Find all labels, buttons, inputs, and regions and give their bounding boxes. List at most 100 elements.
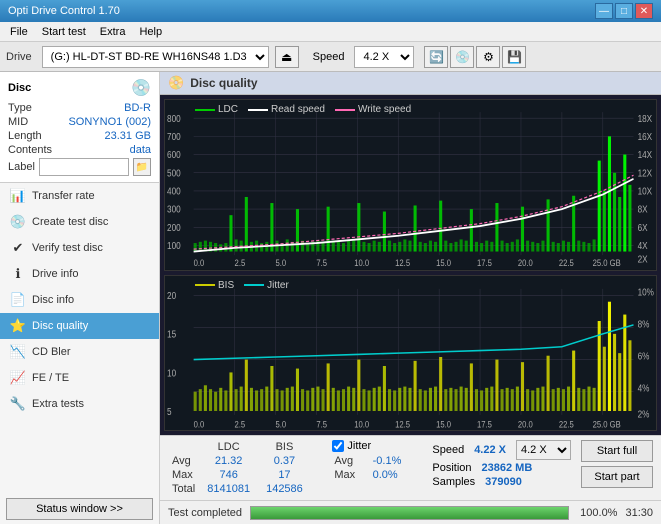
svg-text:10X: 10X [638, 186, 653, 197]
cd-bler-icon: 📉 [10, 344, 26, 360]
progress-bar-container [250, 506, 569, 520]
col-empty [168, 440, 199, 454]
menu-starttest[interactable]: Start test [36, 24, 92, 40]
dq-title: Disc quality [190, 76, 257, 90]
svg-text:17.5: 17.5 [477, 257, 492, 268]
svg-text:8X: 8X [638, 204, 648, 215]
svg-text:22.5: 22.5 [559, 419, 574, 430]
start-buttons: Start full Start part [581, 440, 653, 488]
max-jitter-label: Max [332, 468, 368, 482]
sidebar-item-fe-te[interactable]: 📈 FE / TE [0, 365, 159, 391]
jitter-checkbox[interactable] [332, 440, 344, 452]
svg-text:2.5: 2.5 [235, 257, 246, 268]
drive-select[interactable]: (G:) HL-DT-ST BD-RE WH16NS48 1.D3 [42, 46, 269, 68]
label-key: Label [8, 161, 35, 173]
legend-readspeed: Read speed [248, 104, 325, 115]
svg-text:5.0: 5.0 [275, 419, 286, 430]
svg-text:2X: 2X [638, 254, 648, 265]
stats-area: LDC BIS Avg 21.32 0.37 Max 746 [160, 435, 661, 500]
fe-te-icon: 📈 [10, 370, 26, 386]
samples-row: Samples 379090 [432, 476, 571, 488]
type-val: BD-R [124, 102, 151, 114]
svg-text:400: 400 [167, 186, 181, 197]
speed-row: Speed 4.22 X 4.2 X [432, 440, 571, 460]
svg-text:16X: 16X [638, 131, 653, 142]
disc-icon: 💿 [131, 78, 151, 98]
drivebar: Drive (G:) HL-DT-ST BD-RE WH16NS48 1.D3 … [0, 42, 661, 72]
label-browse-btn[interactable]: 📁 [133, 158, 151, 176]
sidebar-item-verify-test-disc[interactable]: ✔ Verify test disc [0, 235, 159, 261]
disc-btn[interactable]: 💿 [450, 46, 474, 68]
maximize-btn[interactable]: □ [615, 3, 633, 19]
jitter-label: Jitter [347, 440, 371, 452]
svg-text:12.5: 12.5 [395, 419, 410, 430]
menu-file[interactable]: File [4, 24, 34, 40]
length-val: 23.31 GB [105, 130, 151, 142]
svg-text:6%: 6% [638, 350, 650, 361]
speed-value: 4.22 X [474, 444, 506, 456]
mid-key: MID [8, 116, 28, 128]
verify-test-disc-icon: ✔ [10, 240, 26, 256]
svg-text:4X: 4X [638, 240, 648, 251]
sidebar-label-disc-quality: Disc quality [32, 320, 88, 332]
sidebar-item-disc-info[interactable]: 📄 Disc info [0, 287, 159, 313]
label-input[interactable] [39, 158, 129, 176]
svg-text:25.0 GB: 25.0 GB [593, 419, 621, 430]
start-full-btn[interactable]: Start full [581, 440, 653, 462]
sidebar-item-create-test-disc[interactable]: 💿 Create test disc [0, 209, 159, 235]
svg-text:2%: 2% [638, 408, 650, 419]
svg-text:12.5: 12.5 [395, 257, 410, 268]
svg-text:17.5: 17.5 [477, 419, 492, 430]
sidebar-item-cd-bler[interactable]: 📉 CD Bler [0, 339, 159, 365]
sidebar-item-drive-info[interactable]: ℹ Drive info [0, 261, 159, 287]
svg-text:20.0: 20.0 [518, 257, 533, 268]
disc-quality-icon: ⭐ [10, 318, 26, 334]
svg-text:5: 5 [167, 406, 172, 417]
menu-help[interactable]: Help [133, 24, 168, 40]
sidebar-item-extra-tests[interactable]: 🔧 Extra tests [0, 391, 159, 417]
avg-bis: 0.37 [258, 454, 311, 468]
position-value: 23862 MB [482, 462, 533, 474]
max-ldc: 746 [199, 468, 258, 482]
svg-text:200: 200 [167, 222, 181, 233]
sidebar-item-transfer-rate[interactable]: 📊 Transfer rate [0, 183, 159, 209]
settings-btn[interactable]: ⚙ [476, 46, 500, 68]
sidebar-item-disc-quality[interactable]: ⭐ Disc quality [0, 313, 159, 339]
svg-text:100: 100 [167, 240, 181, 251]
menu-extra[interactable]: Extra [94, 24, 132, 40]
chart2: BIS Jitter 20 15 10 5 10% 8% [164, 275, 657, 431]
avg-jitter-label: Avg [332, 454, 368, 468]
extra-tests-icon: 🔧 [10, 396, 26, 412]
chart1-legend: LDC Read speed Write speed [195, 104, 411, 115]
main-layout: Disc 💿 Type BD-R MID SONYNO1 (002) Lengt… [0, 72, 661, 524]
svg-text:0.0: 0.0 [194, 257, 205, 268]
start-part-btn[interactable]: Start part [581, 466, 653, 488]
svg-text:7.5: 7.5 [316, 257, 327, 268]
status-window-btn[interactable]: Status window >> [6, 498, 153, 520]
svg-text:800: 800 [167, 113, 181, 124]
progress-label: Test completed [168, 507, 242, 519]
svg-text:10.0: 10.0 [354, 419, 369, 430]
speed-select[interactable]: 4.2 X [354, 46, 414, 68]
speed-label: Speed [313, 51, 345, 63]
sidebar-label-drive-info: Drive info [32, 268, 78, 280]
content-area: 📀 Disc quality LDC Read speed [160, 72, 661, 524]
svg-text:20.0: 20.0 [518, 419, 533, 430]
disc-quality-header: 📀 Disc quality [160, 72, 661, 95]
total-ldc: 8141081 [199, 482, 258, 496]
minimize-btn[interactable]: — [595, 3, 613, 19]
close-btn[interactable]: ✕ [635, 3, 653, 19]
eject-btn[interactable]: ⏏ [275, 46, 299, 68]
refresh-btn[interactable]: 🔄 [424, 46, 448, 68]
drive-label: Drive [6, 51, 32, 63]
svg-text:5.0: 5.0 [275, 257, 286, 268]
svg-text:15: 15 [167, 329, 176, 340]
drive-info-icon: ℹ [10, 266, 26, 282]
speed-dropdown[interactable]: 4.2 X [516, 440, 571, 460]
svg-text:15.0: 15.0 [436, 419, 451, 430]
legend-jitter: Jitter [244, 280, 289, 291]
sidebar-label-transfer-rate: Transfer rate [32, 190, 95, 202]
window-controls[interactable]: — □ ✕ [595, 3, 653, 19]
svg-text:14X: 14X [638, 150, 653, 161]
save-btn[interactable]: 💾 [502, 46, 526, 68]
